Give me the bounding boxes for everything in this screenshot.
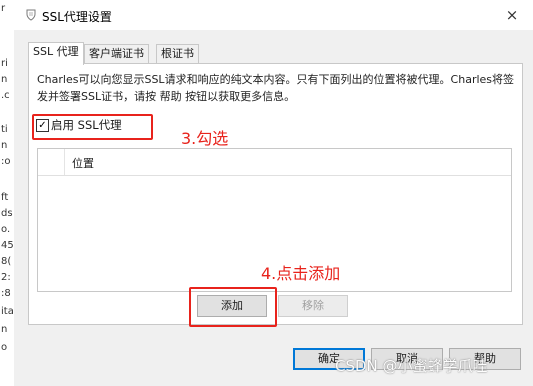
bg-text: 45 (1, 240, 14, 251)
annotation-step4: 4.点击添加 (261, 264, 341, 283)
header-gutter (38, 149, 65, 175)
bg-text: 2: (1, 272, 11, 283)
add-button[interactable]: 添加 (197, 295, 267, 317)
ssl-proxy-settings-dialog: SSL代理设置 × SSL 代理 客户端证书 根证书 Charles可以向您显示… (14, 0, 533, 386)
ssl-proxy-panel: Charles可以向您显示SSL请求和响应的纯文本内容。只有下面列出的位置将被代… (28, 63, 523, 325)
remove-button[interactable]: 移除 (278, 295, 348, 317)
bg-text: ti (1, 124, 8, 135)
bg-text: :o (1, 156, 11, 167)
tab-client-certificates[interactable]: 客户端证书 (84, 44, 149, 64)
bg-text: o (1, 342, 8, 353)
bg-text: ds (1, 208, 13, 219)
bg-text: ita (1, 306, 14, 317)
background-window-edge: r ri n .c ti n :o ft ds o. 45 8( 2: :8 i… (0, 0, 15, 386)
dialog-title: SSL代理设置 (42, 10, 112, 24)
annotation-highlight-checkbox (32, 114, 153, 140)
bg-text: :8 (1, 288, 11, 299)
annotation-step3: 3.勾选 (181, 129, 229, 148)
bg-text: .c (1, 90, 10, 101)
charles-app-icon (26, 9, 36, 21)
tab-root-certificate[interactable]: 根证书 (156, 44, 199, 64)
description-text: Charles可以向您显示SSL请求和响应的纯文本内容。只有下面列出的位置将被代… (37, 73, 515, 103)
title-bar[interactable]: SSL代理设置 × (14, 0, 533, 30)
close-icon[interactable]: × (501, 4, 523, 26)
tab-ssl-proxy[interactable]: SSL 代理 (28, 42, 84, 65)
csdn-watermark: CSDN @小蜜蜂学爪哇 (335, 357, 488, 375)
location-column-header[interactable]: 位置 (72, 155, 94, 171)
bg-text: o. (1, 224, 11, 235)
bg-text: ft (1, 192, 9, 203)
bg-text: 8( (1, 256, 12, 267)
bg-text: r (1, 3, 6, 14)
bg-text: n (1, 324, 8, 335)
bg-text: n (1, 74, 8, 85)
bg-text: n (1, 140, 8, 151)
locations-table-header: 位置 (38, 149, 511, 176)
bg-text: ri (1, 58, 8, 69)
